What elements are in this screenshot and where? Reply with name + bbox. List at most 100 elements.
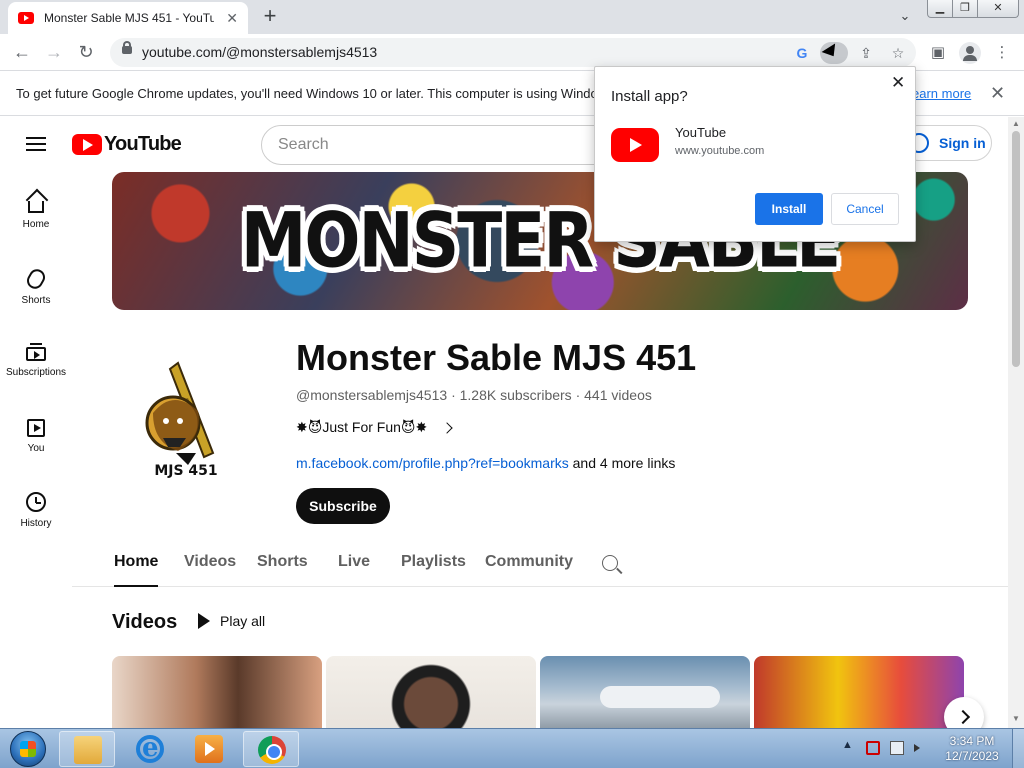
tab-search-button[interactable]: ⌄ bbox=[893, 8, 917, 26]
avatar-text: MJS 451 bbox=[154, 463, 217, 479]
system-clock[interactable]: 3:34 PM 12/7/2023 bbox=[940, 734, 1004, 764]
share-icon[interactable]: ⇪ bbox=[856, 43, 876, 63]
show-desktop-button[interactable] bbox=[1012, 729, 1024, 768]
channel-description[interactable]: ✸😈Just For Fun😈✸ bbox=[296, 419, 453, 436]
youtube-favicon-icon bbox=[18, 12, 34, 24]
infobar-message: To get future Google Chrome updates, you… bbox=[16, 86, 598, 101]
windows-logo-icon bbox=[10, 731, 46, 767]
subscriptions-icon bbox=[26, 343, 46, 361]
channel-meta: @monstersablemjs4513 · 1.28K subscribers… bbox=[296, 387, 652, 403]
facebook-link[interactable]: m.facebook.com/profile.php?ref=bookmarks bbox=[296, 455, 569, 471]
volume-muted-icon[interactable] bbox=[914, 744, 920, 752]
tab-close-button[interactable]: ✕ bbox=[226, 10, 238, 27]
tab-videos[interactable]: Videos bbox=[184, 553, 236, 571]
youtube-play-icon bbox=[72, 133, 102, 155]
window-maximize-button[interactable]: ❐ bbox=[952, 0, 978, 18]
home-icon bbox=[28, 201, 44, 213]
install-app-dialog: Install app? ✕ YouTube www.youtube.com I… bbox=[594, 66, 916, 242]
video-thumbnail[interactable] bbox=[112, 656, 322, 728]
subscribe-button[interactable]: Subscribe bbox=[296, 488, 390, 524]
folder-icon bbox=[74, 736, 102, 764]
nav-label: Subscriptions bbox=[5, 367, 67, 378]
internet-explorer-icon bbox=[136, 733, 164, 763]
clock-date: 12/7/2023 bbox=[945, 749, 999, 763]
window-close-button[interactable]: ✕ bbox=[977, 0, 1019, 18]
back-button[interactable]: ← bbox=[11, 42, 33, 64]
youtube-app-icon bbox=[611, 128, 659, 162]
channel-avatar: MJS 451 bbox=[118, 343, 254, 503]
subscriber-count: 1.28K subscribers bbox=[459, 387, 572, 403]
learn-more-link[interactable]: earn more bbox=[912, 86, 971, 101]
channel-handle: @monstersablemjs4513 bbox=[296, 387, 448, 403]
channel-links: m.facebook.com/profile.php?ref=bookmarks… bbox=[296, 455, 675, 471]
nav-label: You bbox=[27, 443, 45, 454]
video-thumbnail[interactable] bbox=[754, 656, 964, 728]
action-center-icon[interactable] bbox=[866, 741, 880, 755]
youtube-logo-text: YouTube bbox=[104, 132, 182, 155]
media-player-icon bbox=[195, 735, 223, 763]
scrollbar-thumb[interactable] bbox=[1012, 131, 1020, 367]
dialog-close-icon[interactable]: ✕ bbox=[891, 73, 905, 93]
youtube-logo[interactable]: YouTube bbox=[72, 132, 182, 155]
nav-item-shorts[interactable]: Shorts bbox=[0, 261, 72, 335]
address-bar[interactable]: youtube.com/@monstersablemjs4513 G ⇪ ☆ bbox=[110, 38, 916, 67]
section-title: Videos bbox=[112, 611, 178, 633]
video-thumbnail[interactable] bbox=[540, 656, 750, 728]
reload-button[interactable]: ↻ bbox=[75, 42, 97, 64]
tab-playlists[interactable]: Playlists bbox=[401, 553, 466, 571]
side-panel-icon[interactable]: ▣ bbox=[927, 42, 949, 64]
nav-label: History bbox=[20, 518, 52, 529]
channel-tabs: Home Videos Shorts Live Playlists Commun… bbox=[72, 537, 1008, 587]
start-button[interactable] bbox=[2, 730, 54, 768]
nav-label: Home bbox=[22, 219, 50, 230]
history-icon bbox=[26, 492, 46, 512]
tab-strip: Monster Sable MJS 451 - YouTube ✕ + ⌄ ▁ … bbox=[0, 0, 1024, 34]
browser-tab[interactable]: Monster Sable MJS 451 - YouTube ✕ bbox=[8, 2, 248, 34]
video-count: 441 videos bbox=[584, 387, 652, 403]
shorts-icon bbox=[24, 266, 48, 292]
channel-name: Monster Sable MJS 451 bbox=[296, 337, 697, 378]
url-text[interactable]: youtube.com/@monstersablemjs4513 bbox=[142, 44, 377, 60]
nav-item-home[interactable]: Home bbox=[0, 187, 72, 261]
dialog-title: Install app? bbox=[611, 88, 688, 105]
video-thumbnail[interactable] bbox=[326, 656, 536, 728]
nav-item-history[interactable]: History bbox=[0, 483, 72, 557]
tray-expand-icon[interactable]: ▲ bbox=[842, 739, 853, 751]
forward-button[interactable]: → bbox=[43, 42, 65, 64]
nav-item-you[interactable]: You bbox=[0, 409, 72, 483]
tab-shorts[interactable]: Shorts bbox=[257, 553, 308, 571]
search-input[interactable]: Search bbox=[261, 125, 621, 165]
new-tab-button[interactable]: + bbox=[258, 5, 282, 29]
channel-avatar-art: MJS 451 bbox=[145, 361, 218, 479]
profile-avatar-icon[interactable] bbox=[959, 42, 981, 64]
window-minimize-button[interactable]: ▁ bbox=[927, 0, 953, 18]
scroll-down-arrow-icon[interactable]: ▼ bbox=[1012, 714, 1020, 723]
carousel-next-button[interactable] bbox=[944, 697, 984, 728]
google-translate-icon[interactable]: G bbox=[792, 43, 812, 63]
nav-item-subscriptions[interactable]: Subscriptions bbox=[0, 335, 72, 409]
tab-live[interactable]: Live bbox=[338, 553, 370, 571]
tab-title: Monster Sable MJS 451 - YouTube bbox=[44, 11, 214, 25]
chevron-right-icon[interactable] bbox=[441, 422, 453, 434]
taskbar-internet-explorer[interactable] bbox=[122, 731, 178, 767]
nav-label: Shorts bbox=[21, 295, 51, 306]
taskbar-chrome[interactable] bbox=[243, 731, 299, 767]
more-links[interactable]: and 4 more links bbox=[569, 455, 676, 471]
guide-menu-icon[interactable] bbox=[26, 137, 46, 151]
play-all-button[interactable]: Play all bbox=[198, 613, 265, 629]
taskbar-file-explorer[interactable] bbox=[59, 731, 115, 767]
bookmark-star-icon[interactable]: ☆ bbox=[888, 43, 908, 63]
channel-search-icon[interactable] bbox=[602, 555, 618, 571]
cancel-button[interactable]: Cancel bbox=[831, 193, 899, 225]
network-icon[interactable] bbox=[890, 741, 904, 755]
chrome-menu-icon[interactable]: ⋮ bbox=[991, 42, 1013, 64]
lock-icon[interactable] bbox=[122, 41, 132, 54]
page-scrollbar[interactable]: ▲ ▼ bbox=[1008, 117, 1024, 728]
taskbar-media-player[interactable] bbox=[181, 731, 237, 767]
scroll-up-arrow-icon[interactable]: ▲ bbox=[1012, 119, 1020, 128]
tab-community[interactable]: Community bbox=[485, 553, 573, 571]
windows-taskbar: ▲ 3:34 PM 12/7/2023 bbox=[0, 728, 1024, 768]
install-button[interactable]: Install bbox=[755, 193, 823, 225]
infobar-close-icon[interactable]: ✕ bbox=[990, 83, 1005, 104]
tab-home[interactable]: Home bbox=[114, 553, 159, 587]
